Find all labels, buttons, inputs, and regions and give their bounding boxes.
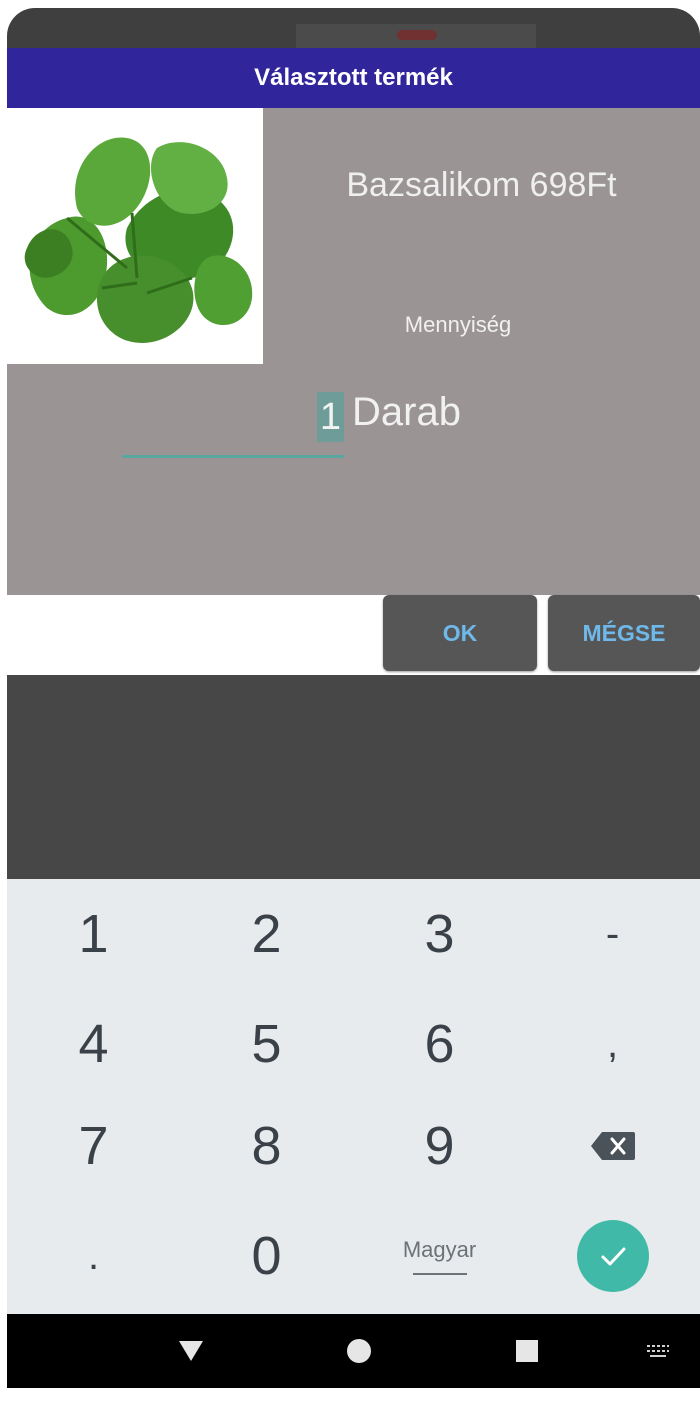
key-5[interactable]: 5: [180, 989, 353, 1099]
key-6[interactable]: 6: [353, 989, 526, 1099]
key-4[interactable]: 4: [7, 989, 180, 1099]
home-button[interactable]: [309, 1314, 409, 1388]
recents-square-icon: [516, 1340, 538, 1362]
dialog-body: Bazsalikom 698Ft Mennyiség 1 Darab: [7, 108, 700, 595]
key-comma[interactable]: ,: [526, 989, 699, 1099]
dialog-title: Választott termék: [254, 64, 453, 91]
background-app-indicator: [397, 30, 437, 40]
key-8[interactable]: 8: [180, 1091, 353, 1201]
home-circle-icon: [347, 1339, 371, 1363]
phone-screen: Választott termék Bazsalikom 698Ft Menny…: [7, 8, 700, 1388]
key-minus[interactable]: -: [526, 879, 699, 989]
cancel-button[interactable]: MÉGSE: [548, 595, 700, 671]
background-app-peek: [7, 8, 700, 48]
ok-button[interactable]: OK: [383, 595, 537, 671]
product-image: [7, 108, 263, 364]
system-navigation-bar: [7, 1314, 700, 1388]
key-1[interactable]: 1: [7, 879, 180, 989]
back-triangle-icon: [179, 1341, 203, 1361]
basil-image: [7, 108, 263, 364]
quantity-input-underline: [122, 455, 344, 458]
language-switch-key[interactable]: Magyar: [353, 1201, 526, 1311]
quantity-value[interactable]: 1: [316, 392, 344, 442]
recents-button[interactable]: [477, 1314, 577, 1388]
key-2[interactable]: 2: [180, 879, 353, 989]
key-0[interactable]: 0: [180, 1201, 353, 1311]
quantity-label: Mennyiség: [404, 312, 512, 337]
check-icon: [601, 1247, 625, 1266]
dialog-buttons: OK MÉGSE: [7, 595, 700, 675]
product-name: Bazsalikom 698Ft: [346, 166, 617, 204]
quantity-input[interactable]: 1: [122, 386, 344, 458]
language-label: Magyar: [402, 1237, 477, 1262]
keyboard-switch-button[interactable]: [615, 1314, 700, 1388]
language-underline: [412, 1273, 467, 1275]
key-7[interactable]: 7: [7, 1091, 180, 1201]
key-9[interactable]: 9: [353, 1091, 526, 1201]
key-period[interactable]: .: [7, 1201, 180, 1311]
quantity-unit: Darab: [352, 390, 461, 434]
dimmed-background: [7, 675, 700, 879]
key-3[interactable]: 3: [353, 879, 526, 989]
keyboard-switch-icon: [646, 1345, 669, 1357]
enter-button-circle: [576, 1220, 649, 1292]
numeric-keypad: 1 2 3 - 4 5 6 , 7 8 9 . 0 Magyar: [7, 879, 700, 1314]
enter-key[interactable]: [526, 1201, 699, 1311]
backspace-key[interactable]: [526, 1091, 699, 1201]
dialog-title-bar: Választott termék: [7, 48, 700, 108]
back-button[interactable]: [141, 1314, 241, 1388]
backspace-icon: [590, 1132, 635, 1160]
